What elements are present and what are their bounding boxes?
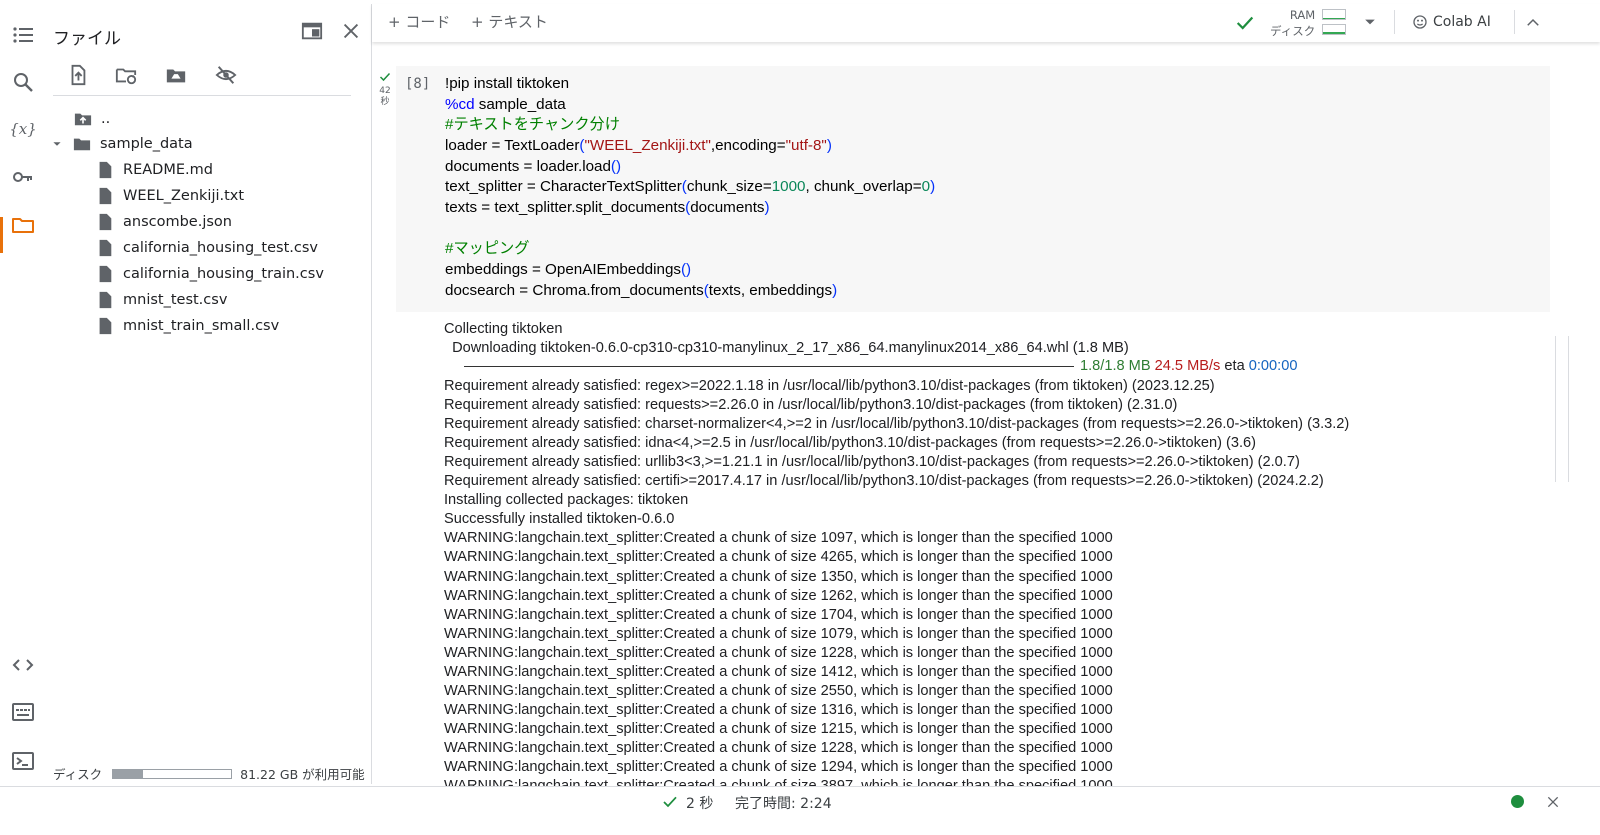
output-line: Requirement already satisfied: charset-n…	[444, 416, 1350, 433]
output-line: Requirement already satisfied: regex>=20…	[444, 378, 1215, 394]
output-line: Requirement already satisfied: urllib3<3…	[444, 454, 1300, 471]
status-bar: 2 秒 完了時間: 2:24	[0, 786, 1600, 835]
output-line: WARNING:langchain.text_splitter:Created …	[444, 739, 1113, 756]
status-check-icon	[662, 794, 678, 814]
close-status-icon[interactable]	[1545, 794, 1561, 814]
output-line: Installing collected packages: tiktoken	[444, 492, 689, 509]
output-line: WARNING:langchain.text_splitter:Created …	[444, 682, 1113, 699]
output-line: WARNING:langchain.text_splitter:Created …	[444, 625, 1113, 642]
output-line: WARNING:langchain.text_splitter:Created …	[444, 777, 1113, 786]
status-elapsed[interactable]: 2 秒	[686, 793, 713, 813]
output-line: Requirement already satisfied: certifi>=…	[444, 473, 1324, 490]
output-line: WARNING:langchain.text_splitter:Created …	[444, 549, 1113, 566]
output-line: Requirement already satisfied: idna<4,>=…	[444, 435, 1257, 452]
output-log: Requirement already satisfied: regex>=20…	[0, 0, 1600, 786]
output-line: WARNING:langchain.text_splitter:Created …	[444, 759, 1113, 775]
output-scrollbar[interactable]	[1555, 336, 1569, 482]
output-line: WARNING:langchain.text_splitter:Created …	[444, 644, 1113, 661]
output-line: WARNING:langchain.text_splitter:Created …	[444, 701, 1113, 718]
output-line: WARNING:langchain.text_splitter:Created …	[444, 587, 1113, 604]
output-line: WARNING:langchain.text_splitter:Created …	[444, 606, 1113, 623]
output-line: WARNING:langchain.text_splitter:Created …	[444, 568, 1113, 585]
runtime-status-dot[interactable]	[1511, 795, 1524, 808]
output-line: WARNING:langchain.text_splitter:Created …	[444, 663, 1113, 680]
output-line: Requirement already satisfied: requests>…	[444, 397, 1178, 414]
output-line: WARNING:langchain.text_splitter:Created …	[444, 530, 1113, 547]
status-completed: 完了時間: 2:24	[735, 796, 832, 812]
output-line: Successfully installed tiktoken-0.6.0	[444, 511, 675, 528]
output-line: WARNING:langchain.text_splitter:Created …	[444, 720, 1113, 737]
